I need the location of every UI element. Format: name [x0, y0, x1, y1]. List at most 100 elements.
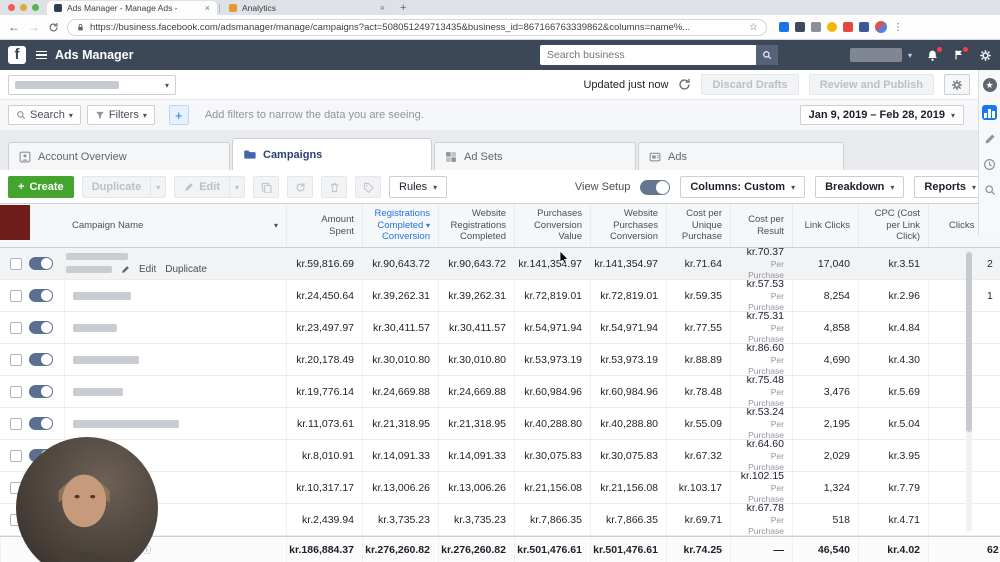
chevron-down-icon[interactable]: ▾: [908, 51, 912, 60]
search-icon[interactable]: [756, 45, 778, 65]
chevron-down-icon[interactable]: ▾: [150, 177, 166, 197]
campaign-status-toggle[interactable]: [29, 289, 53, 302]
tab-ad-sets[interactable]: Ad Sets: [434, 142, 636, 170]
tag-icon[interactable]: [355, 176, 382, 198]
extension-icon[interactable]: [827, 22, 837, 32]
create-button[interactable]: + Create: [8, 176, 74, 198]
campaign-row[interactable]: kr.11,073.61 kr.21,318.95 kr.21,318.95 k…: [0, 408, 1000, 440]
extension-icon[interactable]: [795, 22, 805, 32]
row-checkbox[interactable]: [10, 449, 22, 462]
tab-campaigns[interactable]: Campaigns: [232, 138, 432, 170]
back-icon[interactable]: ←: [8, 21, 20, 33]
col-registrations-conversion[interactable]: Registrations Completed ▾ Conversion: [362, 204, 438, 247]
campaign-row[interactable]: kr.8,010.91 kr.14,091.33 kr.14,091.33 kr…: [0, 440, 1000, 472]
pencil-icon[interactable]: [984, 133, 996, 145]
sort-caret-icon[interactable]: ▾: [274, 221, 278, 231]
trash-icon[interactable]: [321, 176, 348, 198]
new-tab-button[interactable]: +: [400, 1, 406, 15]
row-edit-link[interactable]: Edit: [139, 264, 156, 275]
account-name-redacted[interactable]: [849, 48, 902, 62]
minimize-window-button[interactable]: [20, 4, 27, 11]
campaign-row[interactable]: kr.24,450.64 kr.39,262.31 kr.39,262.31 k…: [0, 280, 1000, 312]
breakdown-button[interactable]: Breakdown ▾: [815, 176, 905, 198]
close-window-button[interactable]: [8, 4, 15, 11]
extension-icon[interactable]: [779, 22, 789, 32]
filters-button[interactable]: Filters ▾: [86, 105, 155, 125]
campaign-name-cell[interactable]: [64, 408, 286, 439]
close-tab-icon[interactable]: ×: [205, 3, 210, 13]
campaign-status-toggle[interactable]: [29, 385, 53, 398]
chevron-down-icon[interactable]: ▾: [229, 177, 245, 197]
business-search[interactable]: [540, 45, 778, 65]
date-range-picker[interactable]: Jan 9, 2019 – Feb 28, 2019 ▾: [799, 105, 964, 125]
rules-button[interactable]: Rules ▾: [389, 176, 448, 198]
star-circle-icon[interactable]: ★: [982, 78, 997, 92]
duplicate-button[interactable]: Duplicate ▾: [81, 176, 167, 198]
add-filter-button[interactable]: +: [168, 105, 189, 125]
search-filter-button[interactable]: Search ▾: [8, 105, 81, 125]
campaign-status-toggle[interactable]: [29, 321, 53, 334]
row-checkbox[interactable]: [10, 257, 22, 270]
col-amount-spent[interactable]: Amount Spent: [286, 204, 362, 247]
settings-gear-button[interactable]: [944, 74, 970, 95]
browser-tab-ads-manager[interactable]: Ads Manager - Manage Ads - ×: [47, 1, 217, 15]
tab-ads[interactable]: Ads: [638, 142, 844, 170]
forward-icon[interactable]: →: [28, 21, 40, 33]
review-publish-button[interactable]: Review and Publish: [808, 74, 934, 95]
vertical-scrollbar[interactable]: [966, 250, 972, 532]
row-checkbox[interactable]: [10, 417, 22, 430]
zoom-window-button[interactable]: [32, 4, 39, 11]
ab-test-loop-icon[interactable]: [287, 176, 314, 198]
campaign-name-cell[interactable]: [64, 280, 286, 311]
browser-profile-avatar[interactable]: [875, 21, 887, 33]
padlock-icon[interactable]: [76, 23, 85, 32]
campaign-row[interactable]: kr.20,178.49 kr.30,010.80 kr.30,010.80 k…: [0, 344, 1000, 376]
col-link-clicks[interactable]: Link Clicks: [792, 204, 858, 247]
ad-account-selector[interactable]: ▾: [8, 75, 176, 95]
col-cost-per-unique-purchase[interactable]: Cost per Unique Purchase: [666, 204, 730, 247]
facebook-logo[interactable]: f: [8, 46, 26, 64]
copy-icon[interactable]: [253, 176, 280, 198]
search-input[interactable]: [540, 49, 756, 61]
tab-account-overview[interactable]: Account Overview: [8, 142, 230, 170]
campaign-row[interactable]: kr.23,497.97 kr.30,411.57 kr.30,411.57 k…: [0, 312, 1000, 344]
campaign-status-toggle[interactable]: [29, 353, 53, 366]
row-checkbox[interactable]: [10, 321, 22, 334]
extension-icon[interactable]: [811, 22, 821, 32]
col-website-purchases[interactable]: Website Purchases Conversion: [590, 204, 666, 247]
close-tab-icon[interactable]: ×: [380, 3, 385, 13]
notifications-bell-icon[interactable]: [926, 45, 943, 62]
columns-button[interactable]: Columns: Custom ▾: [680, 176, 806, 198]
row-checkbox[interactable]: [10, 385, 22, 398]
flag-icon[interactable]: [953, 46, 969, 61]
view-setup-toggle[interactable]: [640, 179, 671, 195]
edit-button[interactable]: Edit ▾: [174, 176, 246, 198]
campaign-status-toggle[interactable]: [29, 417, 53, 430]
campaign-name-cell[interactable]: [64, 312, 286, 343]
row-duplicate-link[interactable]: Duplicate: [165, 264, 207, 275]
col-campaign-name[interactable]: Campaign Name ▾: [64, 204, 286, 247]
col-cost-per-result[interactable]: Cost per Result: [730, 204, 792, 247]
search-icon[interactable]: [984, 184, 996, 196]
history-clock-icon[interactable]: [983, 158, 996, 171]
scrollbar-thumb[interactable]: [966, 252, 972, 432]
reload-icon[interactable]: [48, 22, 59, 33]
browser-menu-icon[interactable]: ⋮: [893, 22, 903, 33]
reports-button[interactable]: Reports ▾: [914, 176, 986, 198]
hamburger-menu-icon[interactable]: [36, 50, 47, 60]
campaign-name-cell[interactable]: [64, 376, 286, 407]
campaign-status-toggle[interactable]: [29, 257, 53, 270]
campaign-name-cell[interactable]: [64, 344, 286, 375]
window-controls[interactable]: [0, 0, 47, 15]
col-purchases-conversion-value[interactable]: Purchases Conversion Value: [514, 204, 590, 247]
col-website-registrations[interactable]: Website Registrations Completed: [438, 204, 514, 247]
browser-tab-analytics[interactable]: Analytics ×: [222, 1, 392, 15]
bookmark-star-icon[interactable]: ☆: [749, 22, 758, 33]
col-cpc[interactable]: CPC (Cost per Link Click): [858, 204, 928, 247]
extension-icon[interactable]: [859, 22, 869, 32]
row-checkbox[interactable]: [10, 353, 22, 366]
extension-icon[interactable]: [843, 22, 853, 32]
gear-icon[interactable]: [979, 49, 992, 62]
refresh-icon[interactable]: [678, 78, 691, 91]
address-bar[interactable]: https://business.facebook.com/adsmanager…: [67, 18, 767, 36]
